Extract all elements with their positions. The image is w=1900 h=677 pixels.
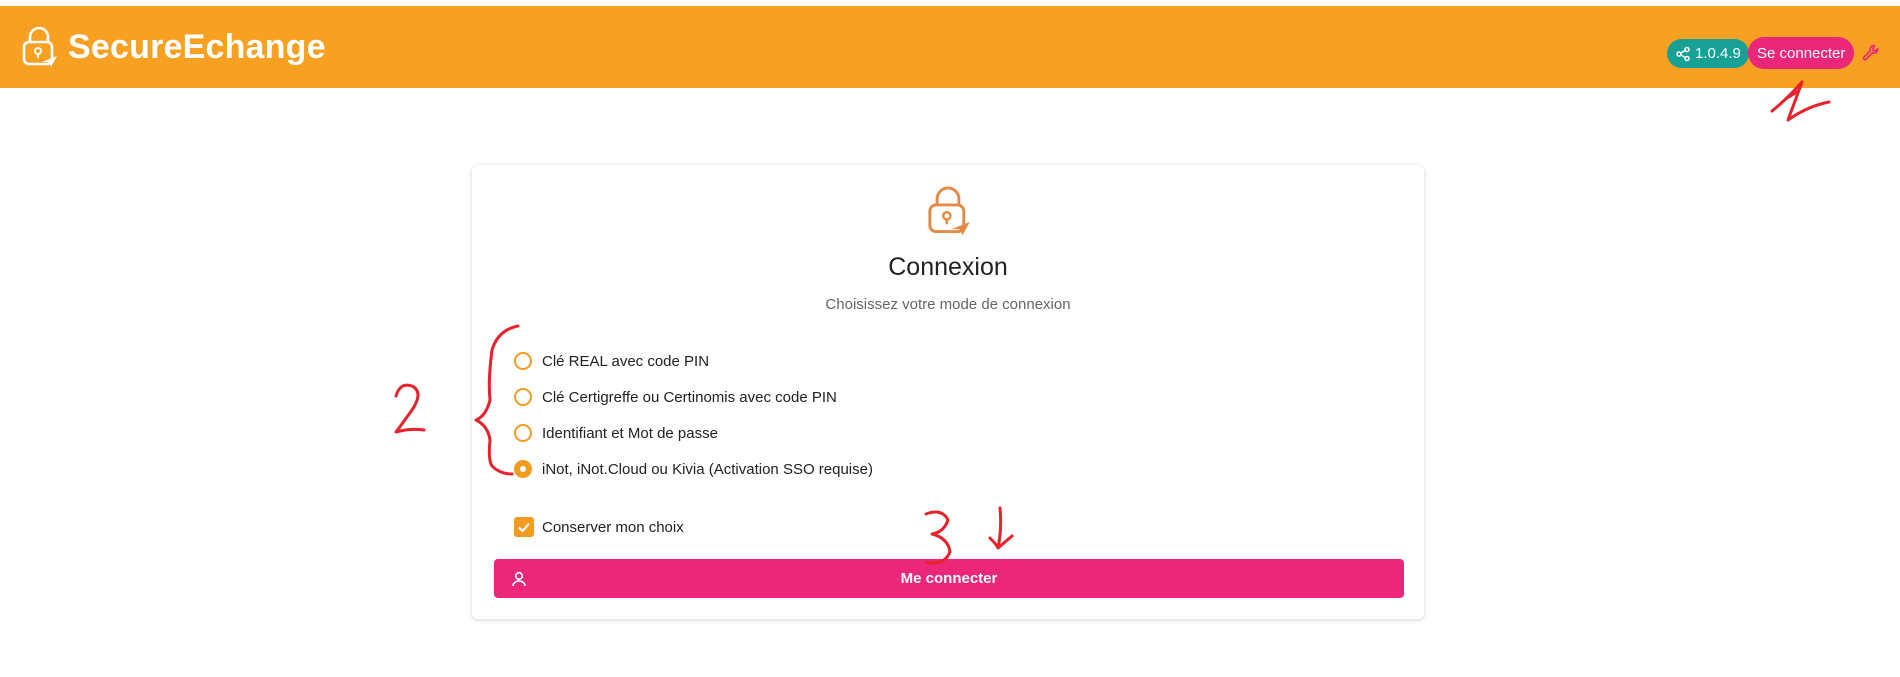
remember-choice[interactable]: Conserver mon choix xyxy=(514,517,684,537)
option-label: Identifiant et Mot de passe xyxy=(542,424,718,442)
option-label: Clé Certigreffe ou Certinomis avec code … xyxy=(542,388,837,406)
login-option-certigreffe-key[interactable]: Clé Certigreffe ou Certinomis avec code … xyxy=(514,379,873,415)
login-method-group: Clé REAL avec code PIN Clé Certigreffe o… xyxy=(514,343,873,487)
submit-label: Me connecter xyxy=(900,570,998,587)
login-option-sso[interactable]: iNot, iNot.Cloud ou Kivia (Activation SS… xyxy=(514,451,873,487)
checkmark-icon xyxy=(518,522,530,533)
version-label: 1.0.4.9 xyxy=(1695,45,1741,62)
lock-paperplane-icon xyxy=(928,186,970,236)
header-login-button[interactable]: Se connecter xyxy=(1748,37,1855,69)
annotation-mark-2 xyxy=(394,383,426,434)
radio-button-selected[interactable] xyxy=(514,460,532,478)
option-label: Clé REAL avec code PIN xyxy=(542,352,710,370)
login-subtitle: Choisissez votre mode de connexion xyxy=(825,296,1071,313)
radio-button[interactable] xyxy=(514,388,532,406)
option-label: iNot, iNot.Cloud ou Kivia (Activation SS… xyxy=(542,460,873,478)
remember-label: Conserver mon choix xyxy=(542,518,684,536)
login-card: Connexion Choisissez votre mode de conne… xyxy=(472,165,1424,619)
app-name: SecureEchange xyxy=(68,27,326,66)
share-icon xyxy=(1676,46,1690,61)
version-badge[interactable]: 1.0.4.9 xyxy=(1667,39,1749,68)
wrench-icon[interactable] xyxy=(1862,44,1880,62)
submit-login-button[interactable]: Me connecter xyxy=(494,559,1404,598)
top-app-bar: SecureEchange 1.0.4.9 Se connecter xyxy=(0,6,1900,88)
login-title: Connexion xyxy=(888,253,1008,281)
radio-button[interactable] xyxy=(514,424,532,442)
user-icon xyxy=(512,571,526,587)
login-option-password[interactable]: Identifiant et Mot de passe xyxy=(514,415,873,451)
lock-paperplane-icon xyxy=(22,26,57,67)
radio-button[interactable] xyxy=(514,352,532,370)
remember-checkbox[interactable] xyxy=(514,517,534,537)
brand[interactable]: SecureEchange xyxy=(20,6,326,88)
login-option-real-key[interactable]: Clé REAL avec code PIN xyxy=(514,343,873,379)
